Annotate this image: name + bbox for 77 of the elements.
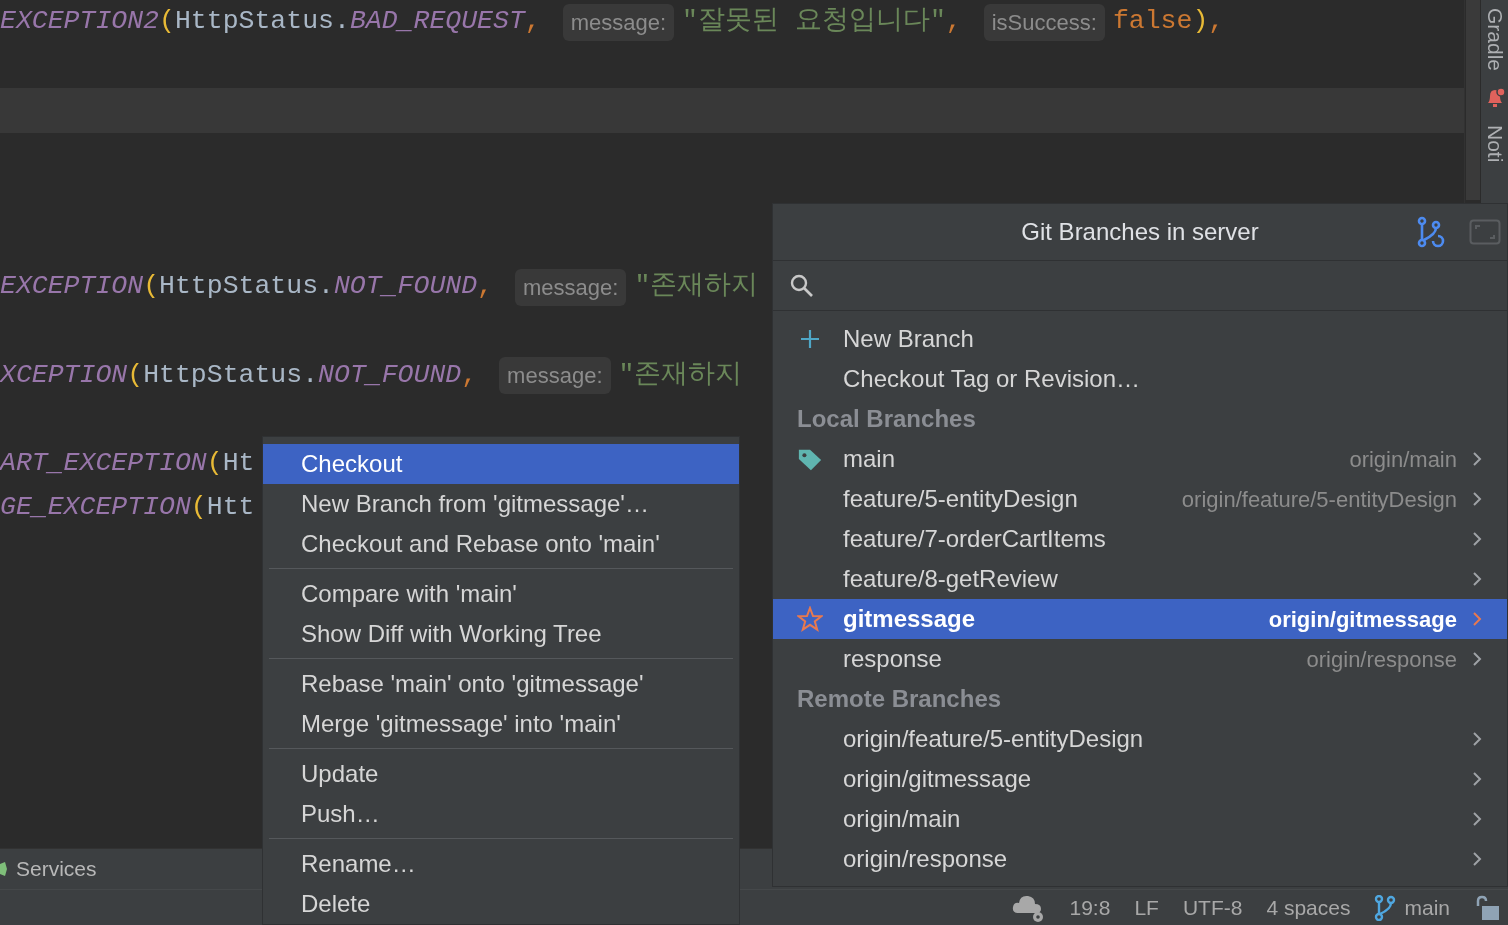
menu-item[interactable]: Compare with 'main' [263,574,739,614]
branch-row[interactable]: feature/8-getReview [773,559,1507,599]
menu-item[interactable]: Show Diff with Working Tree [263,614,739,654]
branch-row[interactable]: gitmessage origin/gitmessage [773,599,1507,639]
unlock-icon [1474,894,1500,921]
branch-row[interactable]: origin/main [773,799,1507,839]
section-header: Remote Branches [796,684,1003,714]
branch-name: response [843,644,942,674]
tracked-branch: origin/main [1348,445,1457,474]
branch-name: origin/main [843,804,961,834]
status-item[interactable]: UTF-8 [1182,891,1243,924]
menu-item[interactable]: Rename… [263,844,739,884]
branch-row[interactable]: origin/response [773,839,1507,879]
chevron-icon [1471,450,1483,468]
plus-icon [799,328,821,350]
parameter-hint: message: [515,268,627,306]
tracked-branch: origin/response [1305,645,1457,674]
branch-row[interactable]: origin/gitmessage [773,759,1507,799]
branch-row[interactable]: main origin/main [773,439,1507,479]
code-text: EXCEPTION(HttpStatus.NOT_FOUND, [0,270,493,304]
branch-name: feature/7-orderCartItems [843,524,1106,554]
branch-row[interactable]: feature/7-orderCartItems [773,519,1507,559]
tool-window-tab[interactable]: Noti [1479,125,1508,163]
branch-name: feature/8-getReview [843,564,1058,594]
menu-item[interactable]: Rebase 'main' onto 'gitmessage' [263,664,739,704]
branch-name: feature/5-entityDesign [843,484,1078,514]
popup-action[interactable]: Checkout Tag or Revision… [773,359,1507,399]
menu-item[interactable]: New Branch from 'gitmessage'… [263,484,739,524]
chevron-icon [1471,610,1483,628]
code-text: "존재하지 [618,358,743,392]
services-icon [0,861,8,877]
menu-item[interactable]: Push… [263,794,739,834]
menu-item[interactable]: Delete [263,884,739,924]
search-icon [789,272,815,299]
branch-row[interactable]: origin/feature/5-entityDesign [773,719,1507,759]
menu-item[interactable]: Checkout and Rebase onto 'main' [263,524,739,564]
branch-row[interactable]: response origin/response [773,639,1507,679]
tracked-branch: origin/feature/5-entityDesign [1180,485,1457,514]
code-text: GE_EXCEPTION(Htt [0,491,255,525]
services-tab[interactable]: Services [16,853,97,885]
code-text: "잘못된 요청입니다", [682,5,962,39]
chevron-icon [1471,530,1483,548]
tracked-branch: origin/gitmessage [1267,605,1457,634]
star-icon [797,606,823,632]
branch-refresh-icon[interactable] [1417,216,1445,248]
popup-action[interactable]: New Branch [773,319,1507,359]
chevron-icon [1471,570,1483,588]
expand-icon[interactable] [1469,219,1501,245]
popup-title: Git Branches in server [1021,217,1259,247]
branch-name: gitmessage [843,604,976,634]
branch-name: origin/gitmessage [843,764,1032,794]
code-text: false), [1112,5,1225,39]
branch-name: origin/response [843,844,1008,874]
status-item[interactable]: 4 spaces [1266,891,1351,924]
status-item[interactable]: LF [1134,891,1159,924]
chevron-icon [1471,490,1483,508]
branch-row[interactable]: feature/5-entityDesign origin/feature/5-entityDesign [773,479,1507,519]
chevron-icon [1471,810,1483,828]
code-text: EXCEPTION2(HttpStatus.BAD_REQUEST, [0,5,541,39]
tool-window-tab[interactable]: Gradle [1479,8,1508,72]
menu-item[interactable]: Update [263,754,739,794]
branch-name: main [843,444,896,474]
parameter-hint: message: [562,3,675,41]
chevron-icon [1471,650,1483,668]
section-header: Local Branches [796,404,977,434]
branch-widget[interactable]: main [1374,891,1450,924]
chevron-icon [1471,730,1483,748]
code-text: "존재하지 [634,270,759,304]
branch-icon [1374,894,1397,921]
chevron-icon [1471,770,1483,788]
chevron-icon [1471,850,1483,868]
menu-item[interactable]: Merge 'gitmessage' into 'main' [263,704,739,744]
status-item[interactable]: 19:8 [1069,891,1111,924]
parameter-hint: isSuccess: [983,3,1105,41]
parameter-hint: message: [499,357,611,395]
branch-name: origin/feature/5-entityDesign [843,724,1144,754]
menu-item[interactable]: Checkout [263,444,739,484]
